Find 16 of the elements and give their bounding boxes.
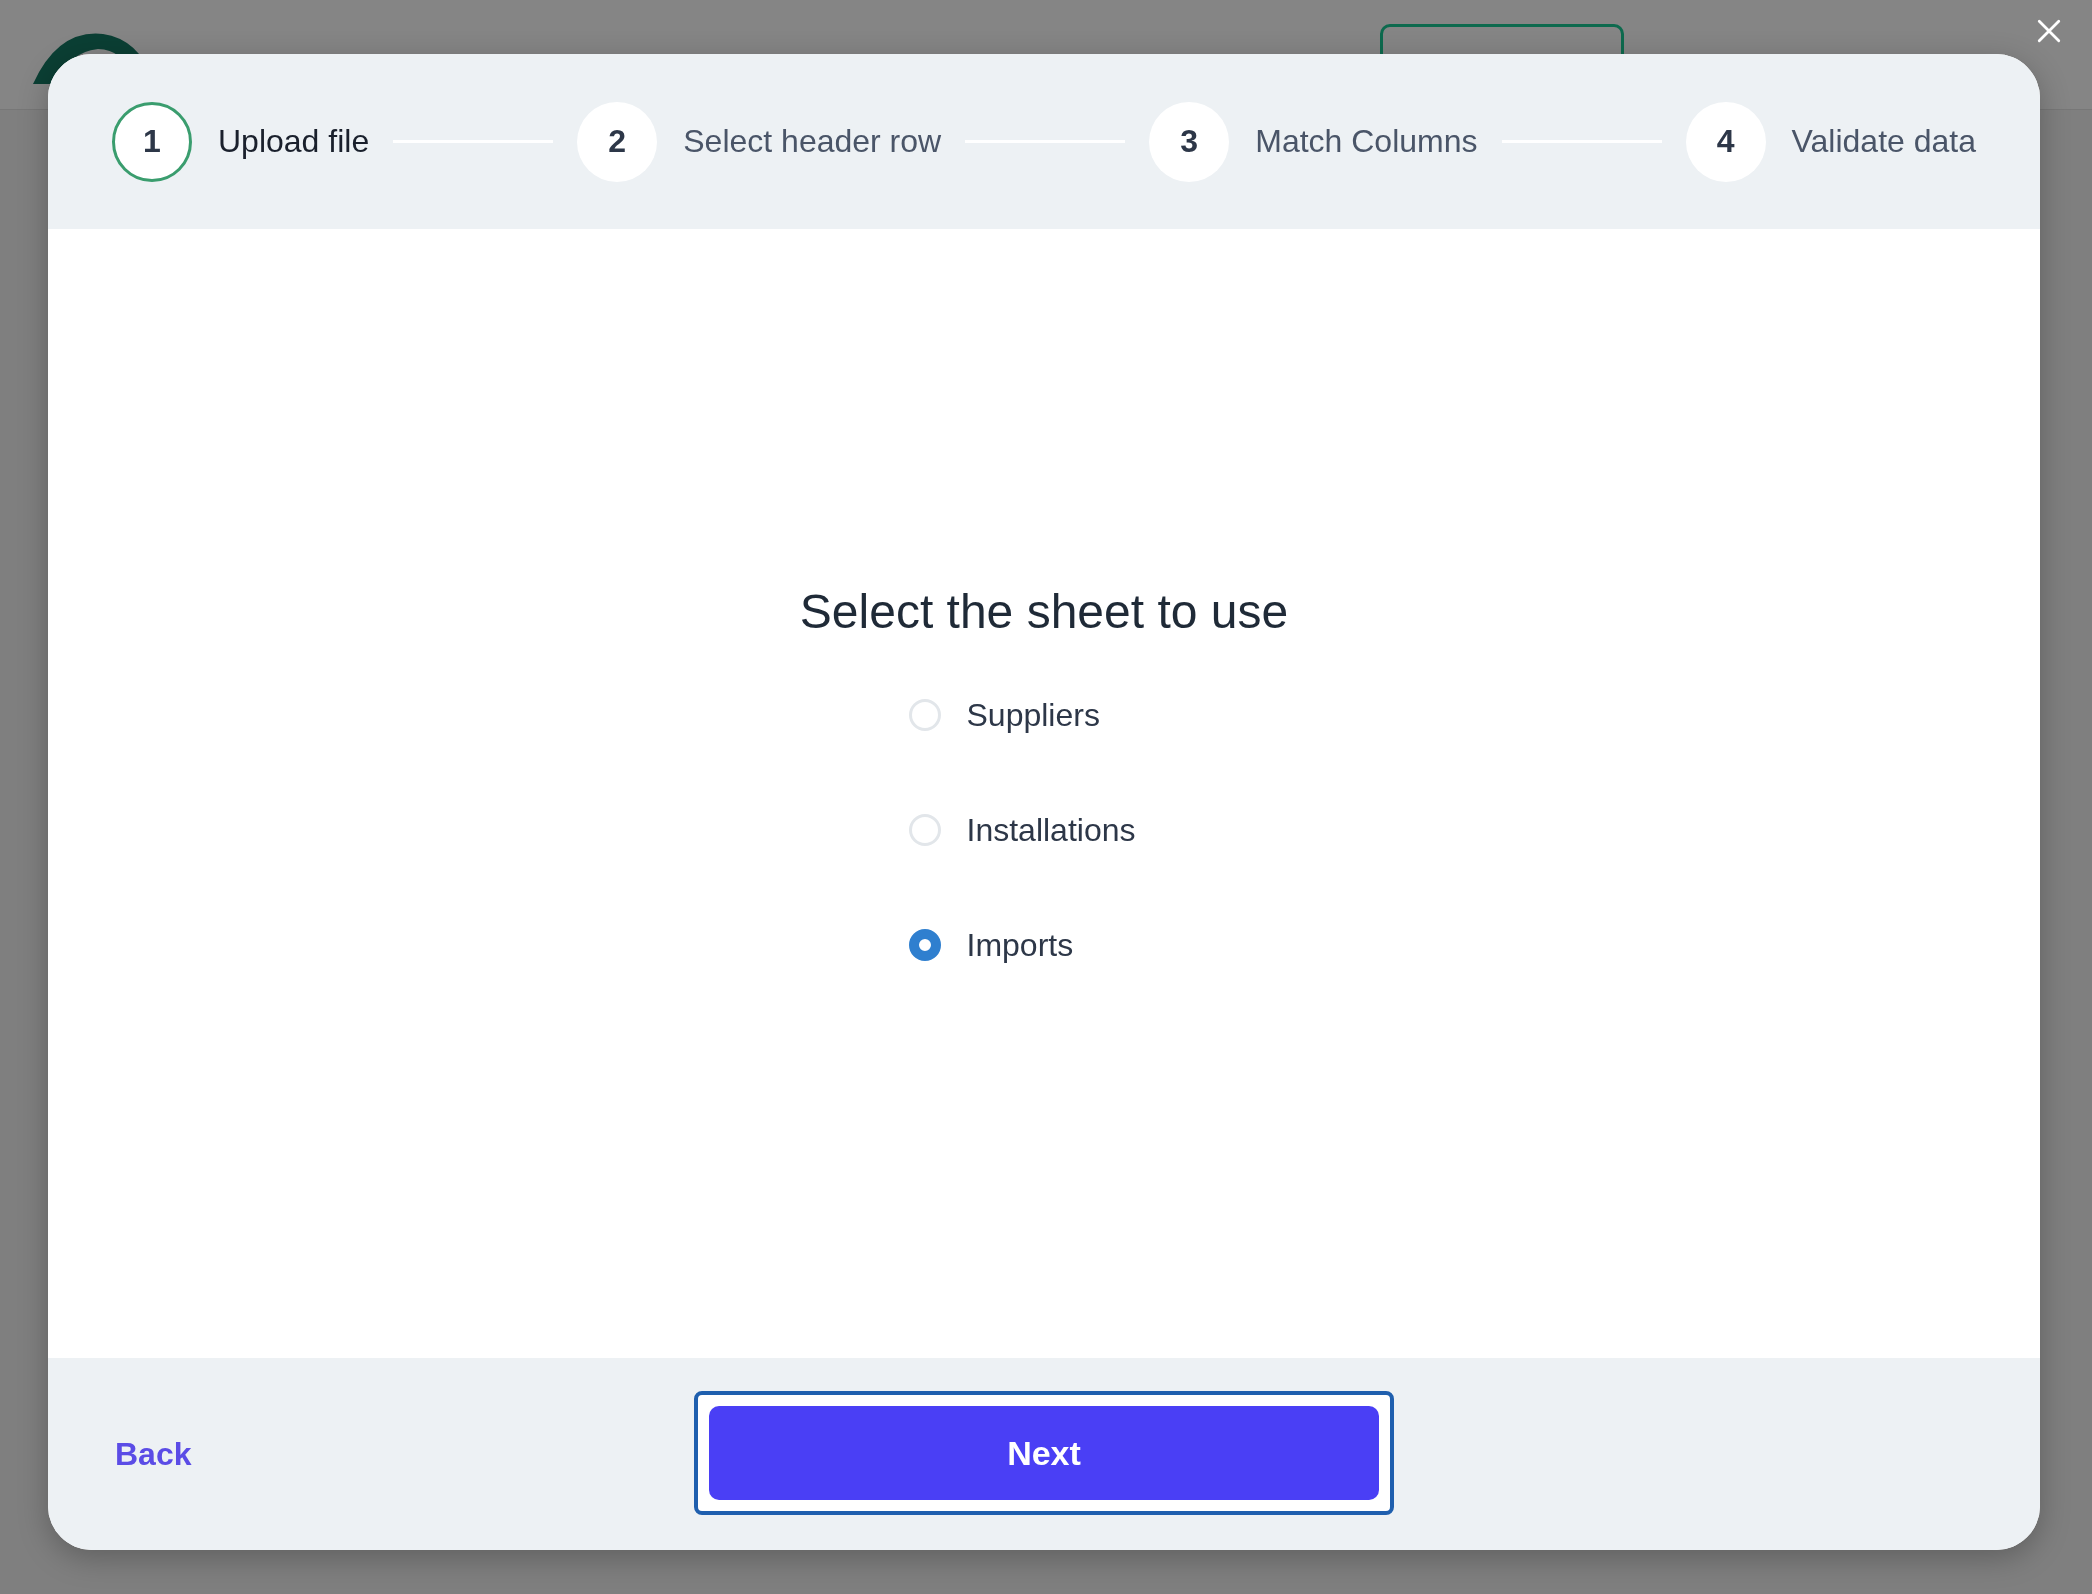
step-number: 1 [112, 101, 192, 182]
sheet-option-label[interactable]: Imports [966, 926, 1074, 964]
close-icon[interactable] [2036, 18, 2062, 44]
step-label: Upload file [218, 123, 370, 160]
sheet-option-label[interactable]: Installations [966, 811, 1136, 849]
step-label: Match Columns [1255, 123, 1478, 160]
step-label: Select header row [683, 123, 942, 160]
dialog-heading: Select the sheet to use [799, 583, 1289, 639]
sheet-option-label[interactable]: Suppliers [966, 696, 1100, 734]
back-link[interactable]: Back [115, 1435, 192, 1473]
step-number: 3 [1149, 101, 1230, 182]
step-number: 2 [577, 101, 658, 182]
step-number: 4 [1685, 101, 1766, 182]
step-label: Validate data [1791, 123, 1976, 160]
next-button[interactable]: Next [709, 1406, 1379, 1500]
radio-button[interactable] [908, 929, 941, 961]
